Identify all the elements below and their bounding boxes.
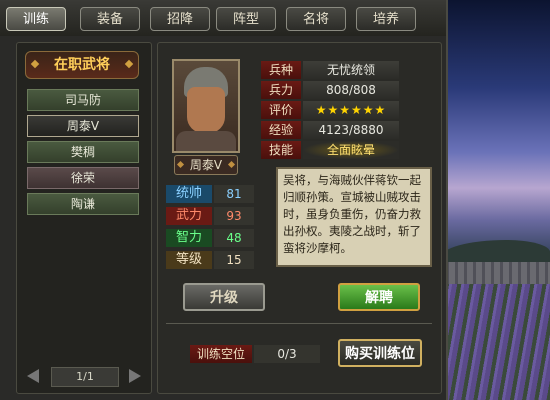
tab-bar: 训练 装备 招降 阵型 名将 培养: [0, 0, 446, 36]
general-detail-panel: 周泰V 兵种 无忧统领 兵力 808/808 评价 ★★★★★★ 经验 4123…: [157, 42, 442, 394]
armor: [176, 131, 236, 151]
general-list-title-text: 在职武将: [54, 57, 110, 73]
stat-key: 统帅: [166, 185, 212, 203]
info-troop-type: 兵种 无忧统领: [261, 61, 401, 79]
page-number: 1/1: [51, 367, 119, 387]
game-panel: 训练 装备 招降 阵型 名将 培养 在职武将 司马防 周泰V 樊稠 徐荣 陶谦 …: [0, 0, 448, 400]
prev-page-icon[interactable]: [27, 369, 39, 383]
ornament-icon: [227, 160, 236, 169]
pager: 1/1: [23, 367, 145, 387]
buy-training-slot-button[interactable]: 购买训练位: [338, 339, 422, 367]
info-value: 4123/8880: [303, 121, 399, 139]
info-experience: 经验 4123/8880: [261, 121, 401, 139]
stat-force: 武力 93: [166, 207, 254, 225]
info-skill: 技能 全面眩晕: [261, 141, 401, 159]
tab-famous-generals[interactable]: 名将: [286, 7, 346, 31]
stat-key: 武力: [166, 207, 212, 225]
general-item[interactable]: 徐荣: [27, 167, 139, 189]
ornament-icon: [176, 160, 185, 169]
info-rating: 评价 ★★★★★★: [261, 101, 401, 119]
ornament-icon: [30, 59, 40, 69]
divider: [166, 323, 432, 324]
general-biography: 吴将，与海贼伙伴蒋钦一起归顺孙策。宣城被山贼攻击时，虽身负重伤，仍奋力救出孙权。…: [276, 167, 432, 267]
stone-wall: [440, 262, 550, 284]
tab-cultivate[interactable]: 培养: [356, 7, 416, 31]
tab-recruit[interactable]: 招降: [150, 7, 210, 31]
info-key: 技能: [261, 141, 301, 159]
general-list-title: 在职武将: [25, 51, 139, 79]
upgrade-button[interactable]: 升级: [183, 283, 265, 311]
training-slots-value: 0/3: [254, 345, 320, 363]
info-troops: 兵力 808/808: [261, 81, 401, 99]
general-name: 周泰V: [174, 155, 238, 175]
general-item[interactable]: 陶谦: [27, 193, 139, 215]
skill-value[interactable]: 全面眩晕: [303, 141, 399, 159]
info-key: 经验: [261, 121, 301, 139]
dismiss-button[interactable]: 解聘: [338, 283, 420, 311]
next-page-icon[interactable]: [129, 369, 141, 383]
info-key: 兵力: [261, 81, 301, 99]
info-value: 808/808: [303, 81, 399, 99]
training-slots: 训练空位 0/3: [190, 345, 320, 363]
tab-equip[interactable]: 装备: [80, 7, 140, 31]
info-value: 无忧统领: [303, 61, 399, 79]
stat-intelligence: 智力 48: [166, 229, 254, 247]
info-key: 兵种: [261, 61, 301, 79]
face: [187, 87, 225, 133]
lavender-field: [440, 284, 550, 400]
info-key: 评价: [261, 101, 301, 119]
general-item[interactable]: 樊稠: [27, 141, 139, 163]
stat-value: 93: [214, 207, 254, 225]
background-landscape: [440, 0, 550, 400]
stat-key: 智力: [166, 229, 212, 247]
general-name-text: 周泰V: [189, 158, 223, 172]
stat-value: 81: [214, 185, 254, 203]
stat-command: 统帅 81: [166, 185, 254, 203]
general-list-panel: 在职武将 司马防 周泰V 樊稠 徐荣 陶谦 1/1: [16, 42, 152, 394]
general-portrait: [172, 59, 240, 153]
stat-key: 等级: [166, 251, 212, 269]
tab-formation[interactable]: 阵型: [216, 7, 276, 31]
rating-stars: ★★★★★★: [303, 101, 399, 119]
training-slots-label: 训练空位: [190, 345, 252, 363]
general-item[interactable]: 司马防: [27, 89, 139, 111]
stat-level: 等级 15: [166, 251, 254, 269]
general-item-selected[interactable]: 周泰V: [27, 115, 139, 137]
stat-value: 15: [214, 251, 254, 269]
tab-train[interactable]: 训练: [6, 7, 66, 31]
ornament-icon: [124, 59, 134, 69]
stat-value: 48: [214, 229, 254, 247]
